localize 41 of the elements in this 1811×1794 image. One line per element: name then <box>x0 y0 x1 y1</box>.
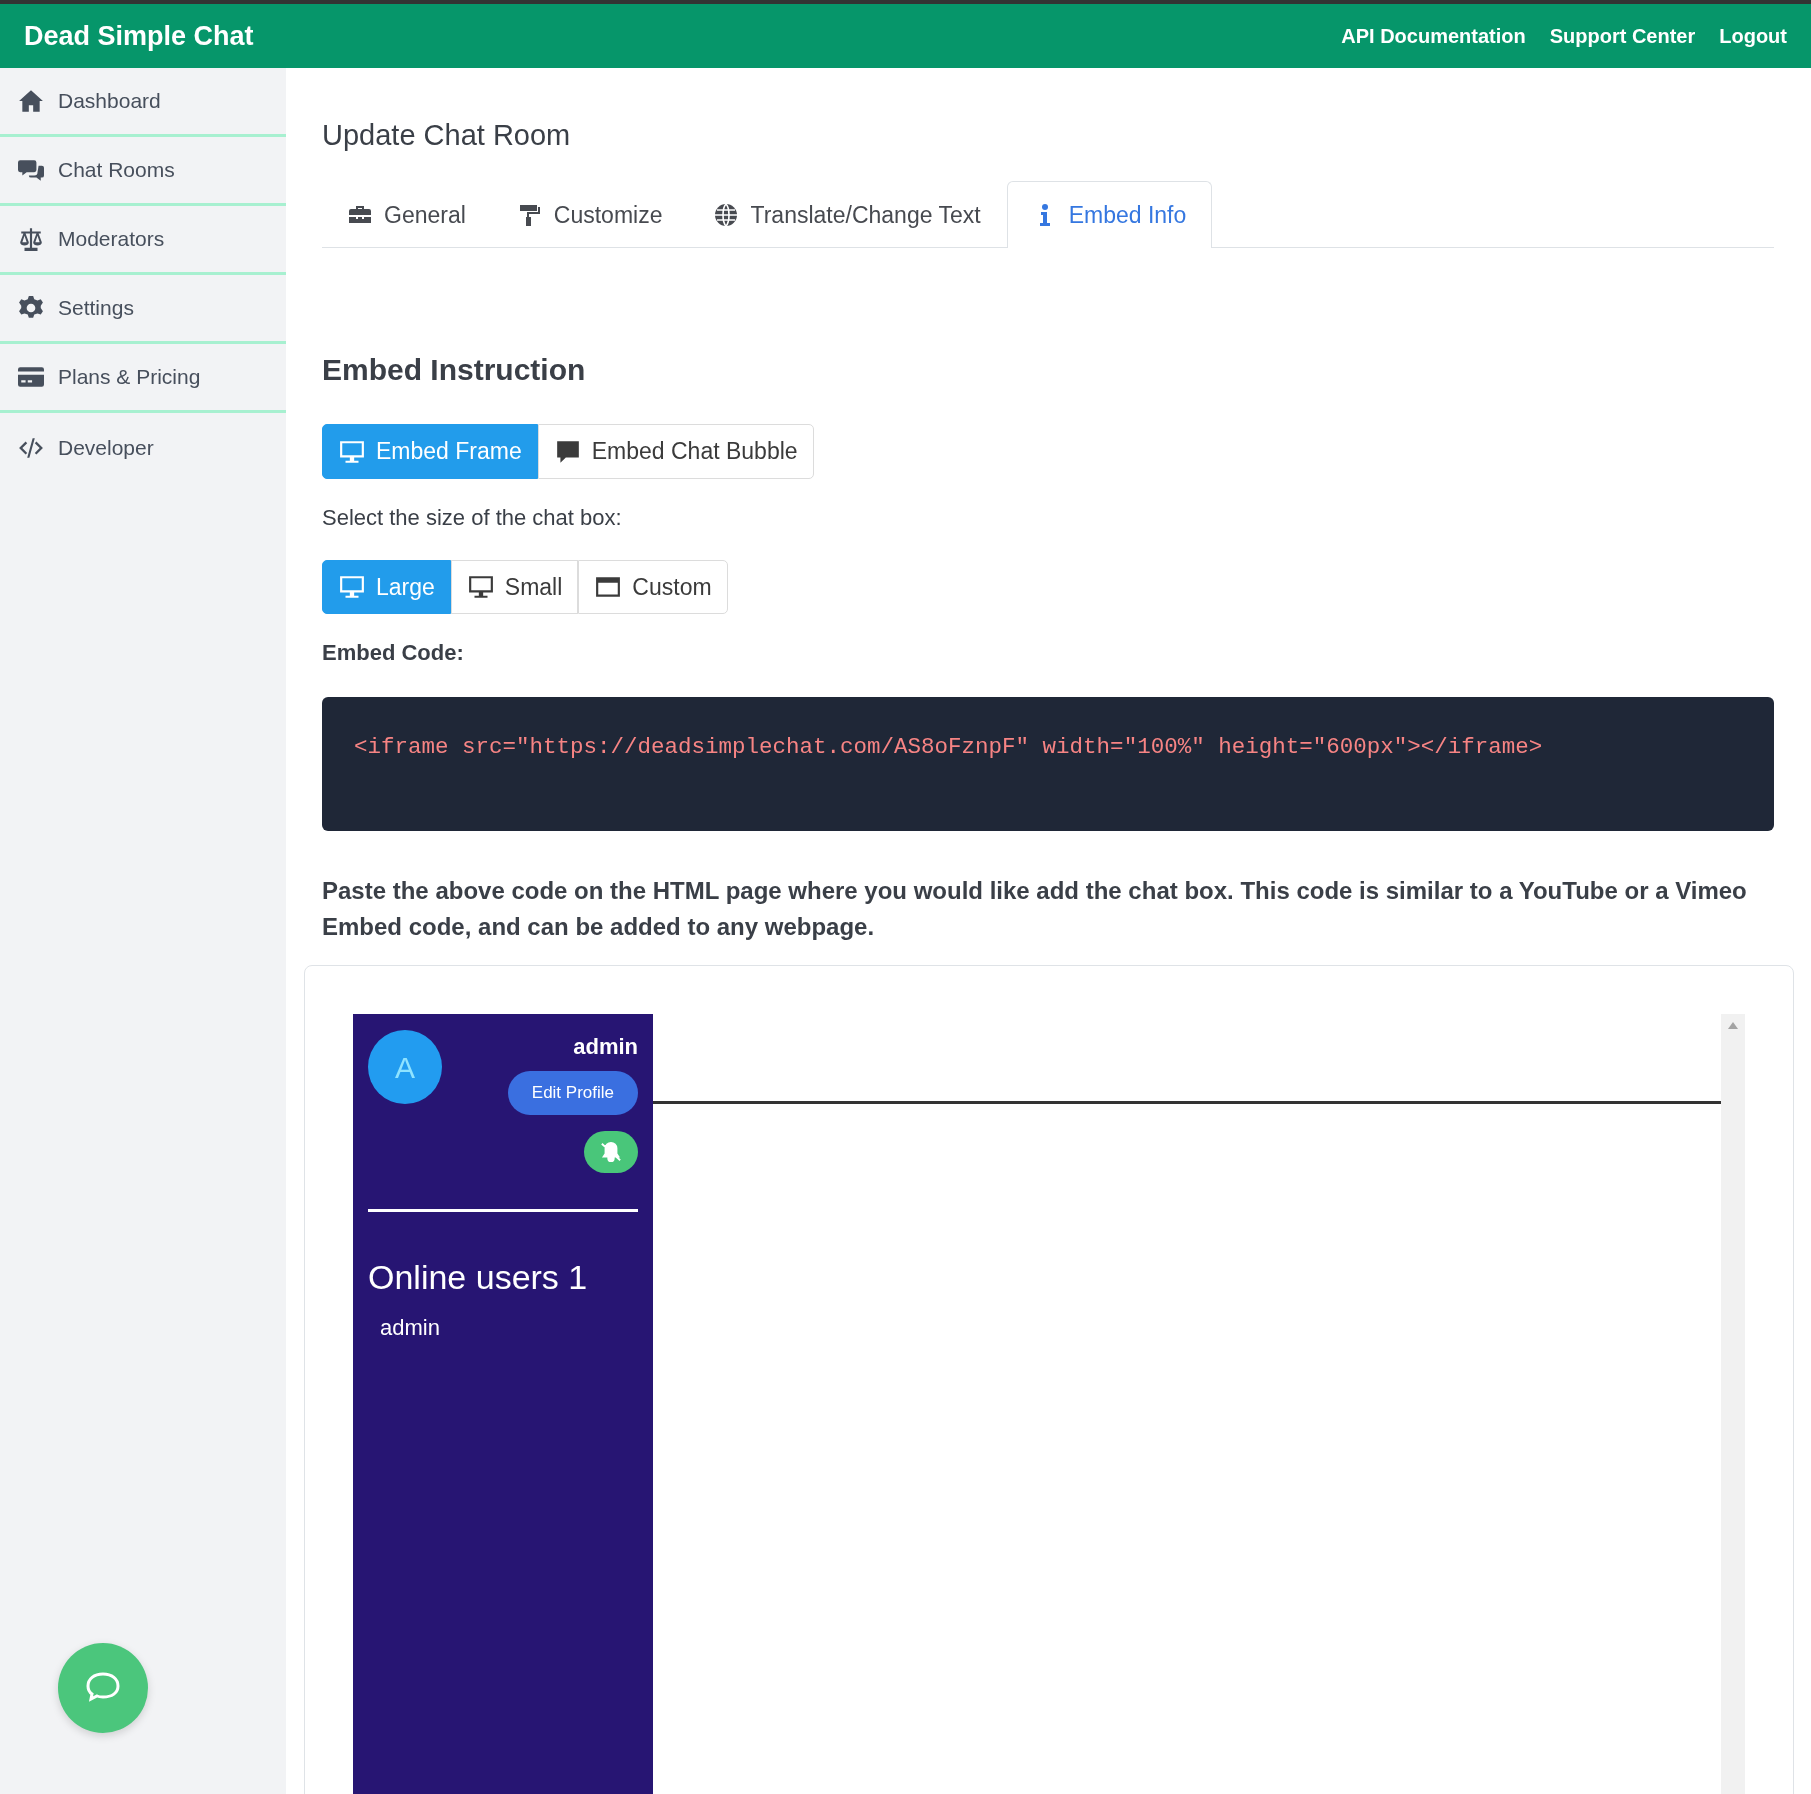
chat-bubbles-icon <box>18 157 44 183</box>
toggle-button[interactable]: Small <box>450 559 579 615</box>
avatar: A <box>368 1030 442 1105</box>
monitor-icon <box>466 574 495 601</box>
paint-roller-icon <box>517 203 542 228</box>
embed-code-label: Embed Code: <box>322 639 465 668</box>
sidebar-item[interactable]: Dashboard <box>0 68 286 137</box>
scroll-up-icon[interactable] <box>1728 1022 1738 1030</box>
sidebar-item[interactable]: Moderators <box>0 206 286 275</box>
username: admin <box>573 1033 638 1062</box>
globe-icon <box>714 203 739 228</box>
home-icon <box>18 88 44 114</box>
tab[interactable]: Embed Info <box>1006 180 1213 249</box>
online-users-title: Online users 1 <box>368 1256 589 1298</box>
toggle-button[interactable]: Custom <box>578 559 728 615</box>
online-user: admin <box>379 1313 441 1342</box>
tab[interactable]: Customize <box>491 180 689 249</box>
sidebar-item[interactable]: Settings <box>0 275 286 344</box>
gear-icon <box>18 295 44 321</box>
sidebar-item[interactable]: Chat Rooms <box>0 137 286 206</box>
toggle-button[interactable]: Embed Chat Bubble <box>537 424 814 479</box>
instructions-text: Paste the above code on the HTML page where you would like add the chat box. This code is similar to a YouTube or a Vimeo Embed code, and can be added to any webpage. <box>322 876 1748 943</box>
page-title: Update Chat Room <box>322 118 572 153</box>
code-field[interactable]: <iframe src="https://deadsimplechat.com/AS8oFznpF" width="100%" height="600px"></iframe> <box>322 697 1774 832</box>
tab[interactable]: Translate/Change Text <box>688 180 1007 249</box>
credit-card-icon <box>18 364 44 390</box>
scales-icon <box>18 226 44 252</box>
monitor-icon <box>338 438 366 465</box>
sidebar-item[interactable]: Developer <box>0 413 286 482</box>
tab[interactable]: General <box>322 180 492 249</box>
mute-button[interactable] <box>584 1130 638 1173</box>
monitor-icon <box>338 574 366 601</box>
nav-link[interactable]: Support Center <box>1549 21 1696 51</box>
nav-link[interactable]: Logout <box>1719 21 1787 51</box>
sidebar-item[interactable]: Plans & Pricing <box>0 344 286 413</box>
edit-profile-button[interactable]: Edit Profile <box>507 1071 638 1115</box>
app-brand[interactable]: Dead Simple Chat <box>24 15 254 57</box>
bell-slash-icon <box>600 1140 622 1163</box>
nav-link[interactable]: API Documentation <box>1341 21 1526 51</box>
size-prompt: Select the size of the chat box: <box>322 503 623 532</box>
section-title: Embed Instruction <box>322 352 587 389</box>
